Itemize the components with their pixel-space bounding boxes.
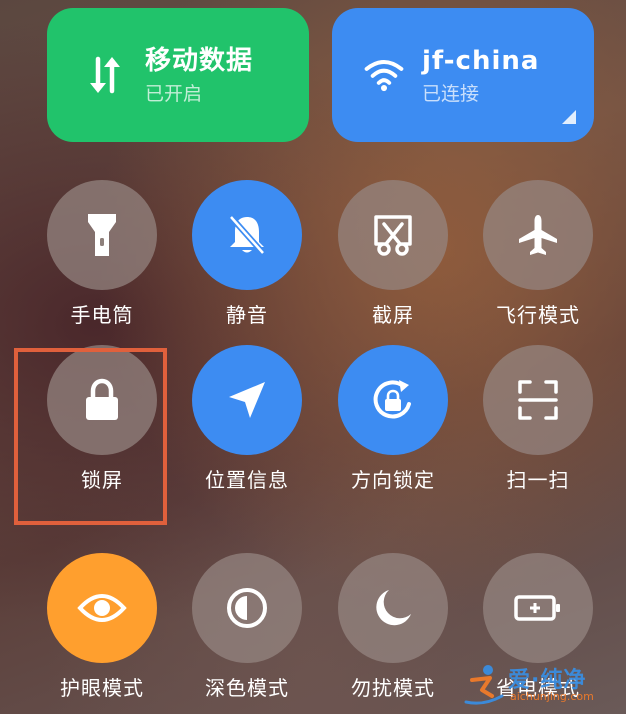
wifi-icon xyxy=(364,55,404,95)
toggle-label: 截屏 xyxy=(372,303,414,327)
toggle-dark-mode[interactable]: 深色模式 xyxy=(183,553,311,703)
eye-care-button[interactable] xyxy=(47,553,157,663)
eye-icon xyxy=(77,594,127,622)
airplane-button[interactable] xyxy=(483,180,593,290)
rotation-lock-icon xyxy=(373,380,411,419)
airplane-icon xyxy=(519,215,557,255)
wifi-network-name: jf-china xyxy=(422,46,540,76)
wifi-expand-corner-icon[interactable] xyxy=(562,110,576,124)
toggle-label: 勿扰模式 xyxy=(351,676,435,700)
skier-logo-icon xyxy=(464,665,504,705)
toggle-rotation-lock[interactable]: 方向锁定 xyxy=(329,345,457,495)
toggle-label: 深色模式 xyxy=(205,676,289,700)
toggle-airplane[interactable]: 飞行模式 xyxy=(474,180,602,330)
battery-saver-icon xyxy=(514,595,560,621)
location-button[interactable] xyxy=(192,345,302,455)
site-watermark: 爱·纯净 aichunjing.com xyxy=(462,660,612,708)
toggle-do-not-disturb[interactable]: 勿扰模式 xyxy=(329,553,457,703)
mobile-data-title: 移动数据 xyxy=(145,46,254,76)
flashlight-button[interactable] xyxy=(47,180,157,290)
toggle-screenshot[interactable]: 截屏 xyxy=(329,180,457,330)
toggle-scan[interactable]: 扫一扫 xyxy=(474,345,602,495)
toggle-label: 飞行模式 xyxy=(496,303,580,327)
toggle-label: 静音 xyxy=(226,303,268,327)
location-arrow-icon xyxy=(229,382,265,418)
scan-button[interactable] xyxy=(483,345,593,455)
screenshot-scissors-icon xyxy=(374,215,412,256)
wifi-tile[interactable]: jf-china 已连接 xyxy=(332,8,594,142)
bell-muted-icon xyxy=(228,215,266,255)
highlight-box xyxy=(14,348,167,525)
mobile-data-tile[interactable]: 移动数据 已开启 xyxy=(47,8,309,142)
scan-icon xyxy=(518,380,558,420)
mobile-data-status: 已开启 xyxy=(145,83,203,105)
wifi-status: 已连接 xyxy=(422,83,480,105)
screenshot-button[interactable] xyxy=(338,180,448,290)
toggle-flashlight[interactable]: 手电筒 xyxy=(38,180,166,330)
toggle-location[interactable]: 位置信息 xyxy=(183,345,311,495)
toggle-mute[interactable]: 静音 xyxy=(183,180,311,330)
toggle-label: 手电筒 xyxy=(70,303,134,327)
mobile-data-arrows-icon xyxy=(85,55,125,95)
toggle-label: 护眼模式 xyxy=(60,676,144,700)
do-not-disturb-button[interactable] xyxy=(338,553,448,663)
mute-button[interactable] xyxy=(192,180,302,290)
battery-saver-button[interactable] xyxy=(483,553,593,663)
watermark-url: aichunjing.com xyxy=(510,690,594,703)
toggle-eye-care[interactable]: 护眼模式 xyxy=(38,553,166,703)
toggle-label: 方向锁定 xyxy=(351,468,435,492)
flashlight-icon xyxy=(88,214,116,256)
toggle-label: 位置信息 xyxy=(205,468,289,492)
rotation-lock-button[interactable] xyxy=(338,345,448,455)
dark-mode-icon xyxy=(227,588,267,628)
toggle-label: 扫一扫 xyxy=(506,468,570,492)
moon-icon xyxy=(376,590,411,626)
dark-mode-button[interactable] xyxy=(192,553,302,663)
